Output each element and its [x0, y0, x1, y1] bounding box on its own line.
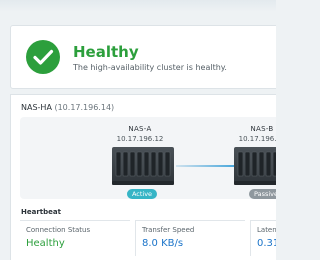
- status-card: Healthy The high-availability cluster is…: [10, 25, 276, 89]
- node-b-ip: 10.17.196.13: [238, 135, 276, 143]
- status-description: The high-availability cluster is healthy…: [73, 63, 227, 72]
- nas-b-device-icon[interactable]: [234, 147, 276, 185]
- cluster-diagram: NAS-A 10.17.196.12 Active NAS-B 10.17.19…: [20, 117, 276, 199]
- metric-connection-status: Connection Status Healthy: [20, 220, 130, 256]
- metric-transfer-speed: Transfer Speed 8.0 KB/s: [135, 220, 245, 256]
- heartbeat-link: [176, 165, 234, 167]
- node-b-name: NAS-B: [250, 125, 274, 133]
- metric-label: Latency: [257, 226, 276, 234]
- cluster-heading: NAS-HA (10.17.196.14): [21, 103, 114, 112]
- metric-value: Healthy: [26, 238, 65, 249]
- nas-a-device-icon[interactable]: [112, 147, 174, 185]
- cluster-ip: (10.17.196.14): [54, 103, 115, 112]
- metric-label: Transfer Speed: [142, 226, 195, 234]
- metric-latency: Latency 0.31: [250, 220, 276, 256]
- ha-cluster-overview: Healthy The high-availability cluster is…: [0, 0, 276, 260]
- check-circle-icon: [26, 40, 60, 74]
- node-a-ip: 10.17.196.12: [116, 135, 164, 143]
- node-a-role-badge: Active: [127, 189, 157, 199]
- status-title: Healthy: [73, 43, 139, 61]
- metric-value: 0.31: [257, 238, 276, 249]
- metric-value: 8.0 KB/s: [142, 238, 184, 249]
- cluster-name: NAS-HA: [21, 103, 52, 112]
- heartbeat-metrics: Connection Status Healthy Transfer Speed…: [20, 220, 276, 260]
- heartbeat-heading: Heartbeat: [21, 208, 61, 216]
- cluster-panel: NAS-HA (10.17.196.14) NAS-A 10.17.196.12: [10, 94, 276, 260]
- node-a-name: NAS-A: [128, 125, 152, 133]
- top-strip: [0, 0, 276, 12]
- metric-label: Connection Status: [26, 226, 91, 234]
- node-b-role-badge: Passive: [249, 189, 276, 199]
